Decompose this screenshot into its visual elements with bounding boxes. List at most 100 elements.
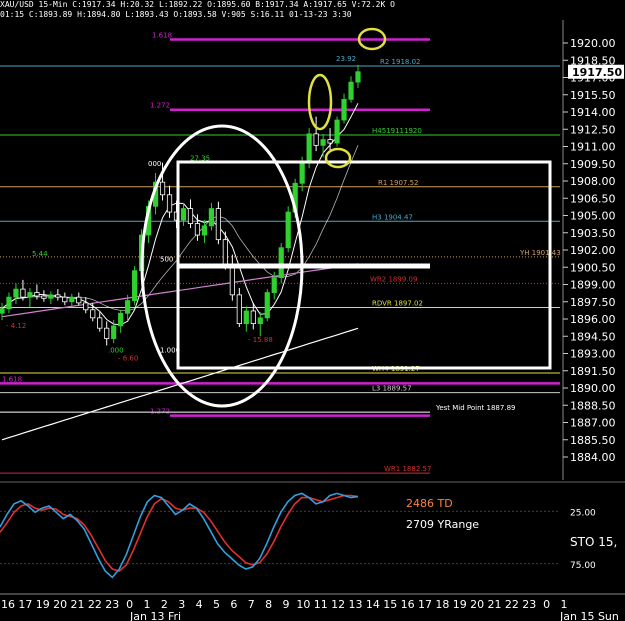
time-tick-label: 21 bbox=[488, 598, 502, 611]
time-tick-label: 14 bbox=[366, 598, 380, 611]
price-tick-label: 1912.50 bbox=[570, 123, 616, 136]
time-tick-label: 11 bbox=[314, 598, 328, 611]
price-tick-label: 1890.00 bbox=[570, 382, 616, 395]
time-tick-label: 21 bbox=[71, 598, 85, 611]
candle-body bbox=[194, 223, 201, 236]
time-tick-label: 7 bbox=[248, 598, 255, 611]
price-tick-label: 1887.00 bbox=[570, 417, 616, 430]
candle-body bbox=[90, 309, 96, 319]
candle-body bbox=[55, 294, 61, 298]
price-tick-label: 1888.50 bbox=[570, 399, 616, 412]
candle-body bbox=[341, 98, 347, 121]
candle-body bbox=[243, 310, 249, 325]
time-tick-label: 13 bbox=[349, 598, 363, 611]
price-tick-label: 1899.00 bbox=[570, 279, 616, 292]
candle-body bbox=[6, 296, 12, 310]
time-tick-label: 23 bbox=[105, 598, 119, 611]
candle-body bbox=[187, 208, 194, 224]
level-label: 23.92 bbox=[336, 55, 356, 63]
candle-body bbox=[180, 208, 187, 221]
candle-body bbox=[257, 317, 263, 325]
ma-fast-line bbox=[1, 103, 359, 326]
price-tick-label: 1884.00 bbox=[570, 451, 616, 464]
level-label: WR1 1882.57 bbox=[384, 465, 431, 473]
time-tick-label: 19 bbox=[453, 598, 467, 611]
osc-k-line bbox=[0, 492, 359, 579]
price-tick-label: 1915.50 bbox=[570, 89, 616, 102]
highlight-ellipse-spike bbox=[307, 73, 333, 131]
time-tick-label: 4 bbox=[196, 598, 203, 611]
price-tick-label: 1911.00 bbox=[570, 141, 616, 154]
annotation-label: - 15.88 bbox=[248, 336, 273, 344]
yrange-info-label: 2709 YRange bbox=[406, 518, 479, 531]
time-tick-label: 8 bbox=[265, 598, 272, 611]
time-tick-label: 22 bbox=[505, 598, 519, 611]
time-tick-label: 19 bbox=[36, 598, 50, 611]
candle-body bbox=[125, 300, 131, 314]
price-tick-label: 1894.50 bbox=[570, 330, 616, 343]
candle-body bbox=[229, 265, 235, 296]
candle-body bbox=[97, 317, 103, 329]
price-tick-label: 1891.50 bbox=[570, 365, 616, 378]
level-label: 1.618 bbox=[152, 32, 172, 40]
time-tick-label: 5 bbox=[213, 598, 220, 611]
highlight-shapes bbox=[140, 27, 552, 408]
price-tick-label: 1897.50 bbox=[570, 296, 616, 309]
price-chart: 1.618 R2 1918.02 23.92 1.272 H4519111920 R1 1… bbox=[0, 20, 625, 621]
candle-body bbox=[306, 133, 312, 164]
candle-body bbox=[69, 296, 75, 303]
time-tick-label: 6 bbox=[230, 598, 237, 611]
level-label: R1 1907.52 bbox=[378, 179, 419, 187]
level-label: 1.272 bbox=[150, 102, 170, 110]
candle-body bbox=[264, 292, 270, 319]
level-label: L3 1889.57 bbox=[372, 385, 412, 393]
annotation-label: .000 bbox=[108, 346, 124, 354]
candle-body bbox=[271, 277, 277, 293]
level-label: YH 1901.43 bbox=[519, 249, 561, 257]
price-axis: 1920.001918.501917.001915.501914.001912.… bbox=[562, 20, 624, 480]
osc-tick-label: 75.00 bbox=[570, 561, 596, 571]
candle-body bbox=[159, 181, 166, 196]
time-tick-label: 15 bbox=[383, 598, 397, 611]
candle-body bbox=[34, 292, 40, 297]
level-label: H4519111920 bbox=[372, 127, 422, 135]
candle-body bbox=[118, 312, 124, 327]
candle-body bbox=[76, 296, 82, 304]
price-tick-label: 1920.00 bbox=[570, 37, 616, 50]
candle-body bbox=[334, 119, 340, 144]
price-tick-label: 1893.00 bbox=[570, 348, 616, 361]
price-tick-label: 1909.50 bbox=[570, 158, 616, 171]
time-tick-label: 9 bbox=[283, 598, 290, 611]
osc-tick-label: 25.00 bbox=[570, 508, 596, 518]
candle-body bbox=[250, 310, 256, 325]
date-label: Jan 15 Sun bbox=[559, 610, 619, 621]
candle-body bbox=[278, 247, 284, 278]
candle-body bbox=[299, 162, 305, 184]
level-label: H3 1904.47 bbox=[372, 213, 413, 221]
symbol-header: XAU/USD 15-Min C:1917.34 H:20.32 L:1892.… bbox=[0, 0, 395, 9]
candle-body bbox=[20, 288, 26, 298]
highlight-ellipse-pullback bbox=[324, 147, 352, 169]
td-info-label: 2486 TD bbox=[406, 497, 453, 510]
candle-body bbox=[355, 71, 361, 83]
time-tick-label: 16 bbox=[1, 598, 15, 611]
candle-body bbox=[27, 292, 33, 298]
level-label: RDVR 1897.02 bbox=[372, 300, 423, 308]
level-label: WR2 1899.09 bbox=[370, 275, 417, 283]
price-tick-label: 1905.00 bbox=[570, 210, 616, 223]
price-tick-label: 1885.50 bbox=[570, 434, 616, 447]
time-tick-label: 20 bbox=[470, 598, 484, 611]
candle-body bbox=[348, 81, 354, 100]
time-tick-label: 17 bbox=[418, 598, 432, 611]
candle-body bbox=[0, 308, 5, 314]
candlesticks bbox=[0, 64, 361, 346]
candle-body bbox=[320, 139, 326, 146]
annotation-label: 5.44 bbox=[32, 250, 48, 258]
price-tick-label: 1900.50 bbox=[570, 261, 616, 274]
annotation-label: - 4.12 bbox=[6, 322, 26, 330]
candle-body bbox=[215, 208, 221, 241]
time-tick-label: 18 bbox=[435, 598, 449, 611]
time-tick-label: 17 bbox=[18, 598, 32, 611]
candle-body bbox=[48, 294, 54, 299]
time-tick-label: 22 bbox=[88, 598, 102, 611]
